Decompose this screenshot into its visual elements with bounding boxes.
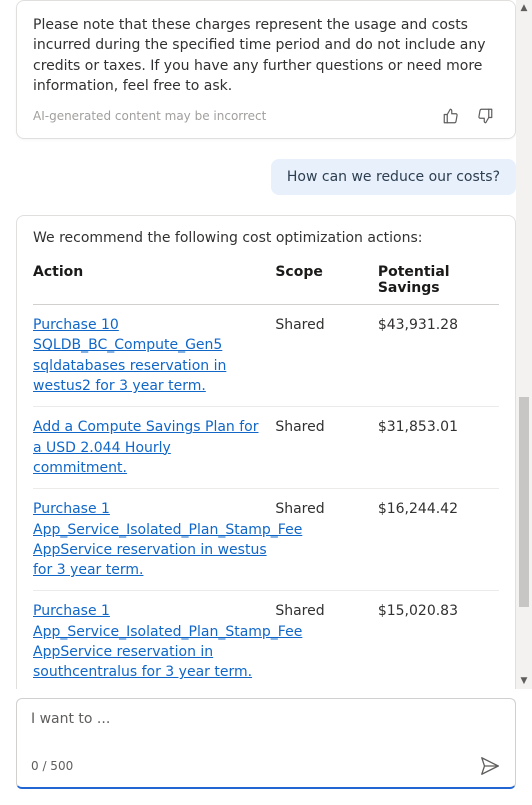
savings-cell: $31,853.01 — [378, 407, 499, 489]
user-message-bubble: How can we reduce our costs? — [271, 159, 516, 195]
action-link[interactable]: Purchase 1 App_Service_Isolated_Plan_Sta… — [33, 501, 302, 578]
ai-message-card: Please note that these charges represent… — [16, 0, 516, 139]
thumbs-up-icon[interactable] — [441, 106, 461, 126]
chat-input[interactable]: I want to ... 0 / 500 — [16, 698, 516, 789]
table-header-savings: Potential Savings — [378, 258, 499, 305]
scrollbar-down-arrow-icon[interactable]: ▼ — [516, 673, 532, 689]
scrollbar-up-arrow-icon[interactable]: ▲ — [516, 0, 532, 16]
table-row: Purchase 1 App_Service_Isolated_Plan_Sta… — [33, 489, 499, 591]
send-icon[interactable] — [479, 755, 501, 777]
table-row: Purchase 10 SQLDB_BC_Compute_Gen5 sqldat… — [33, 305, 499, 407]
scope-cell: Shared — [275, 305, 378, 407]
recommendations-table: Action Scope Potential Savings Purchase … — [33, 258, 499, 689]
scrollbar-track[interactable] — [516, 16, 532, 673]
recommendation-intro: We recommend the following cost optimiza… — [33, 230, 499, 246]
scope-cell: Shared — [275, 407, 378, 489]
vertical-scrollbar[interactable]: ▲ ▼ — [516, 0, 532, 689]
table-header-action: Action — [33, 258, 275, 305]
thumbs-down-icon[interactable] — [475, 106, 495, 126]
action-link[interactable]: Purchase 1 App_Service_Isolated_Plan_Sta… — [33, 603, 302, 680]
table-row: Add a Compute Savings Plan for a USD 2.0… — [33, 407, 499, 489]
table-row: Purchase 1 App_Service_Isolated_Plan_Sta… — [33, 591, 499, 689]
table-header-scope: Scope — [275, 258, 378, 305]
ai-disclaimer: AI-generated content may be incorrect — [33, 109, 266, 123]
ai-note-text: Please note that these charges represent… — [33, 15, 499, 96]
feedback-buttons — [441, 106, 499, 126]
action-link[interactable]: Purchase 10 SQLDB_BC_Compute_Gen5 sqldat… — [33, 317, 226, 394]
char-count: 0 / 500 — [31, 759, 73, 773]
savings-cell: $43,931.28 — [378, 305, 499, 407]
savings-cell: $16,244.42 — [378, 489, 499, 591]
savings-cell: $15,020.83 — [378, 591, 499, 689]
user-message-text: How can we reduce our costs? — [287, 169, 500, 185]
scrollbar-thumb[interactable] — [519, 397, 529, 607]
chat-input-placeholder: I want to ... — [31, 711, 501, 733]
action-link[interactable]: Add a Compute Savings Plan for a USD 2.0… — [33, 419, 259, 476]
recommendations-card: We recommend the following cost optimiza… — [16, 215, 516, 689]
scope-cell: Shared — [275, 489, 378, 591]
